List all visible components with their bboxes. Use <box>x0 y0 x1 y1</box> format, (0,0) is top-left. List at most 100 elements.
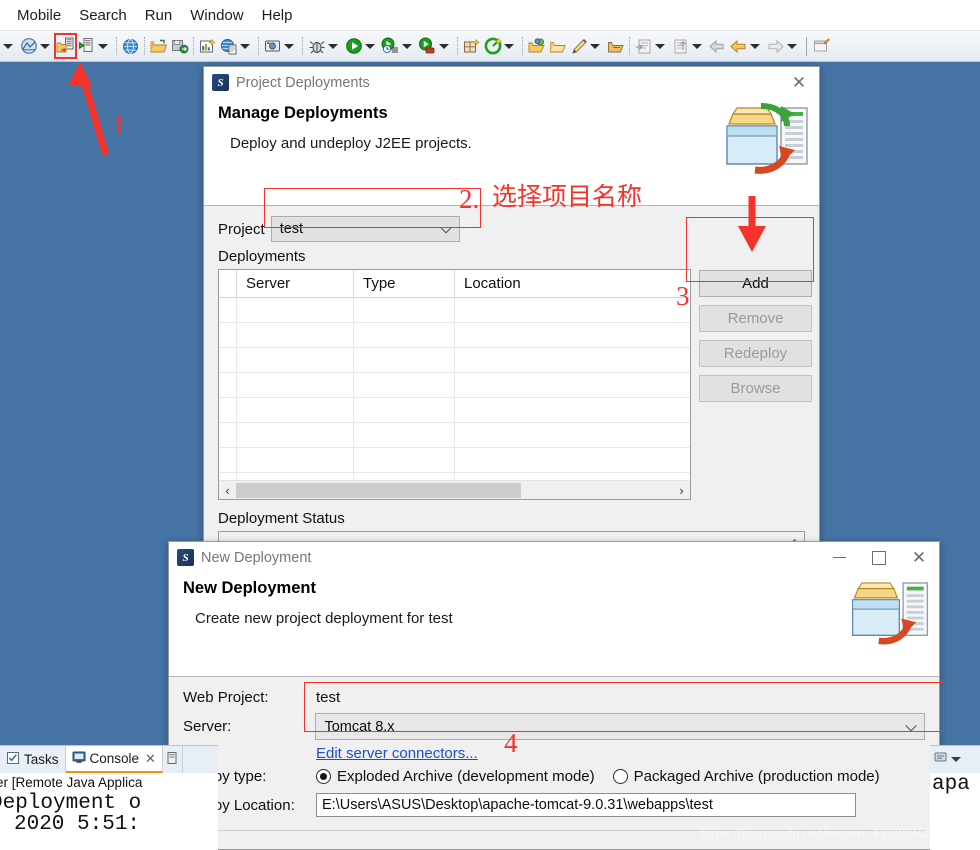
chevron-down-icon[interactable] <box>951 757 961 762</box>
back-arrow-icon[interactable] <box>707 34 728 58</box>
table-header-row: Server Type Location <box>219 270 690 298</box>
table-row[interactable] <box>219 298 690 323</box>
table-row[interactable] <box>219 423 690 448</box>
maximize-icon[interactable] <box>859 542 899 573</box>
minimize-icon[interactable] <box>819 542 859 573</box>
radio-button-icon[interactable] <box>612 769 628 784</box>
open-type-icon[interactable] <box>526 34 547 58</box>
new-deployment-footer-divider <box>183 830 925 831</box>
dropdown-caret-icon-1[interactable] <box>40 43 50 49</box>
debug-bug-icon[interactable] <box>306 34 327 58</box>
close-icon[interactable]: ✕ <box>779 67 819 98</box>
chevron-down-icon <box>905 719 917 731</box>
globe-page-icon[interactable] <box>218 34 239 58</box>
save-as-icon[interactable] <box>169 34 190 58</box>
close-icon[interactable]: ✕ <box>145 751 156 767</box>
new-package-icon[interactable] <box>461 34 482 58</box>
radio-button-icon[interactable] <box>316 769 331 784</box>
forward-arrow-icon[interactable] <box>728 34 749 58</box>
deploy-type-option-packaged[interactable]: Packaged Archive (production mode) <box>612 768 880 785</box>
tab-tasks[interactable]: Tasks <box>0 746 66 773</box>
console-icon <box>72 750 86 767</box>
dropdown-caret-icon-13[interactable] <box>750 43 760 49</box>
project-deployments-title-label: Project Deployments <box>236 74 370 91</box>
menu-item-search[interactable]: Search <box>70 5 136 26</box>
dropdown-caret-icon-7[interactable] <box>402 43 412 49</box>
deploy-type-option-exploded[interactable]: Exploded Archive (development mode) <box>316 768 595 785</box>
next-annotation-icon[interactable] <box>633 34 654 58</box>
dropdown-caret-icon-8[interactable] <box>439 43 449 49</box>
dropdown-caret-icon-10[interactable] <box>590 43 600 49</box>
scroll-track[interactable] <box>236 482 673 499</box>
scroll-right-icon[interactable]: › <box>673 483 690 498</box>
dropdown-caret-icon-14[interactable] <box>787 43 797 49</box>
dropdown-caret-icon-2[interactable] <box>98 43 108 49</box>
redeploy-button[interactable]: Redeploy <box>699 340 812 367</box>
menu-item-mobile[interactable]: Mobile <box>8 5 70 26</box>
close-icon[interactable]: ✕ <box>899 542 939 573</box>
run-history-icon[interactable] <box>380 34 401 58</box>
new-deployment-titlebar: S New Deployment ✕ <box>169 542 939 573</box>
edit-connectors-row: Edit server connectors... <box>183 745 925 762</box>
main-toolbar <box>0 31 980 62</box>
new-wizard-icon[interactable] <box>197 34 218 58</box>
deployments-banner-icon <box>721 102 813 179</box>
deployments-table[interactable]: Server Type Location ‹ › <box>218 269 691 500</box>
open-task-icon[interactable] <box>547 34 568 58</box>
toolbar-separator-f <box>454 34 461 58</box>
open-folder-icon[interactable] <box>148 34 169 58</box>
table-horizontal-scrollbar[interactable]: ‹ › <box>219 480 690 499</box>
green-target-icon[interactable] <box>482 34 503 58</box>
scroll-left-icon[interactable]: ‹ <box>219 483 236 498</box>
scroll-thumb[interactable] <box>236 482 521 498</box>
deploy-j2ee-projects-icon[interactable] <box>54 33 77 59</box>
table-header-type[interactable]: Type <box>354 270 455 297</box>
edit-server-connectors-link[interactable]: Edit server connectors... <box>316 745 478 762</box>
tab-console[interactable]: Console ✕ <box>65 746 163 773</box>
menu-item-window[interactable]: Window <box>181 5 252 26</box>
dropdown-caret-icon-0[interactable] <box>3 43 13 49</box>
deploy-type-option-packaged-label: Packaged Archive (production mode) <box>633 768 880 785</box>
project-deployments-window-buttons: ✕ <box>779 67 819 98</box>
dropdown-caret-icon-11[interactable] <box>655 43 665 49</box>
table-row[interactable] <box>219 348 690 373</box>
start-server-icon[interactable] <box>76 34 97 58</box>
run-icon[interactable] <box>343 34 364 58</box>
screenshot-icon[interactable] <box>262 34 283 58</box>
tab-servers[interactable] <box>163 746 183 773</box>
browse-button[interactable]: Browse <box>699 375 812 402</box>
dropdown-caret-icon-6[interactable] <box>365 43 375 49</box>
external-tools-icon[interactable] <box>417 34 438 58</box>
project-combo[interactable]: test <box>270 216 460 242</box>
menu-bar: Mobile Search Run Window Help <box>0 0 980 31</box>
myeclipse-app-icon: S <box>177 549 194 566</box>
table-row[interactable] <box>219 373 690 398</box>
console-pin-icon[interactable] <box>934 751 947 769</box>
table-header-server[interactable]: Server <box>237 270 354 297</box>
dropdown-caret-icon-4[interactable] <box>284 43 294 49</box>
dropdown-caret-icon-5[interactable] <box>328 43 338 49</box>
next-edit-arrow-icon[interactable] <box>765 34 786 58</box>
table-row[interactable] <box>219 448 690 473</box>
java-perspective-icon[interactable] <box>18 34 39 58</box>
menu-item-help[interactable]: Help <box>253 5 302 26</box>
web-browser-icon[interactable] <box>120 34 141 58</box>
new-deployment-window-buttons: ✕ <box>819 542 939 573</box>
add-button[interactable]: Add <box>699 270 812 297</box>
right-sliver-text: apa <box>932 773 970 796</box>
new-deployment-header: New Deployment Create new project deploy… <box>169 573 939 677</box>
new-editor-icon[interactable] <box>811 34 832 58</box>
table-row[interactable] <box>219 398 690 423</box>
menu-item-run[interactable]: Run <box>136 5 182 26</box>
dropdown-caret-icon-9[interactable] <box>504 43 514 49</box>
dropdown-caret-icon-12[interactable] <box>692 43 702 49</box>
server-combo[interactable]: Tomcat 8.x <box>315 713 925 740</box>
table-row[interactable] <box>219 323 690 348</box>
previous-annotation-icon[interactable] <box>670 34 691 58</box>
remove-button[interactable]: Remove <box>699 305 812 332</box>
table-header-location[interactable]: Location <box>455 270 690 297</box>
deploy-location-input[interactable]: E:\Users\ASUS\Desktop\apache-tomcat-9.0.… <box>316 793 856 817</box>
dropdown-caret-icon-3[interactable] <box>240 43 250 49</box>
open-resource-icon[interactable] <box>605 34 626 58</box>
pencil-icon[interactable] <box>568 34 589 58</box>
